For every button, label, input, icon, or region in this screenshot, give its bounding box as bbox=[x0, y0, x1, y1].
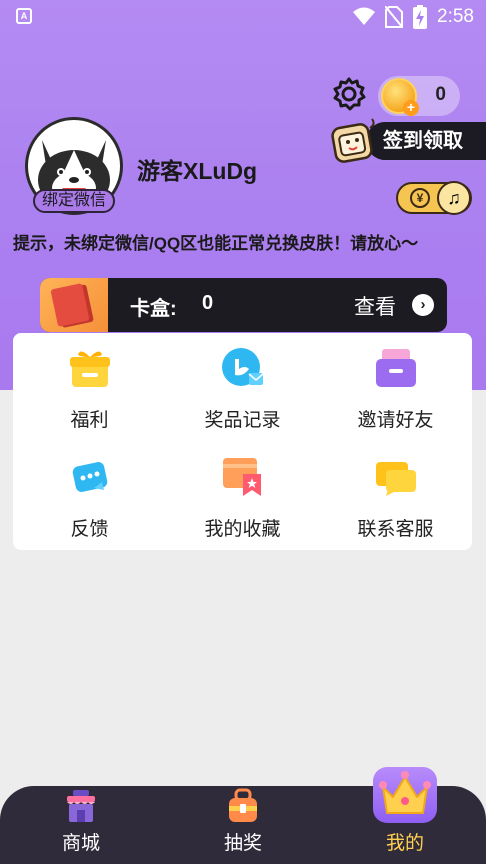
music-note-icon: ♫ bbox=[437, 181, 471, 215]
nav-label: 商城 bbox=[61, 833, 100, 854]
coin-add-icon[interactable] bbox=[381, 78, 419, 116]
battery-charging-icon bbox=[413, 5, 428, 29]
grid-item-customer-service[interactable]: 联系客服 bbox=[319, 442, 472, 550]
settings-gear-icon[interactable] bbox=[331, 76, 367, 112]
grid-item-label: 福利 bbox=[70, 410, 109, 431]
feedback-bubble-icon bbox=[72, 462, 108, 492]
toast-mascot-icon[interactable] bbox=[326, 116, 380, 168]
grid-item-welfare[interactable]: 福利 bbox=[13, 333, 166, 441]
tip-text: 提示，未绑定微信/QQ区也能正常兑换皮肤！请放心～ bbox=[13, 234, 419, 253]
gift-icon bbox=[70, 351, 110, 387]
grid-item-invite[interactable]: 邀请好友 bbox=[319, 333, 472, 441]
status-bar: A 2:58 bbox=[0, 0, 486, 34]
grid-item-label: 联系客服 bbox=[357, 519, 434, 540]
view-link[interactable]: 查看 bbox=[354, 291, 396, 321]
grid-item-label: 奖品记录 bbox=[204, 410, 281, 431]
status-time: 2:58 bbox=[437, 6, 474, 27]
grid-item-prize-record[interactable]: 奖品记录 bbox=[166, 333, 319, 441]
bind-wechat-badge[interactable]: 绑定微信 bbox=[33, 189, 115, 213]
invite-box-icon bbox=[376, 349, 416, 387]
nav-mine-highlight[interactable] bbox=[373, 767, 437, 823]
cardbox-bar[interactable]: 卡盒: 0 查看 › bbox=[40, 278, 447, 332]
grid-item-label: 邀请好友 bbox=[357, 410, 434, 431]
coin-count: 0 bbox=[435, 84, 446, 105]
feature-grid: 福利 奖品记录 邀请好友 反馈 我的收藏 联系客服 bbox=[13, 333, 472, 550]
customer-service-icon bbox=[376, 462, 416, 496]
grid-item-label: 反馈 bbox=[70, 519, 109, 540]
nav-label: 我的 bbox=[385, 833, 424, 854]
chevron-right-icon[interactable]: › bbox=[412, 294, 434, 316]
signin-button[interactable]: 签到领取 bbox=[366, 122, 486, 160]
signin-label: 签到领取 bbox=[383, 130, 463, 152]
username: 游客XLuDg bbox=[137, 158, 258, 184]
cardbox-label: 卡盒: bbox=[130, 298, 177, 320]
nav-label: 抽奖 bbox=[223, 833, 262, 854]
nav-item-shop[interactable]: 商城 bbox=[21, 786, 141, 864]
cardbox-count: 0 bbox=[202, 292, 214, 314]
no-sim-icon bbox=[385, 6, 404, 28]
grid-item-feedback[interactable]: 反馈 bbox=[13, 442, 166, 550]
currency-icon: ¥ bbox=[410, 188, 430, 208]
wifi-icon bbox=[353, 7, 376, 25]
coin-balance[interactable]: 0 bbox=[378, 76, 460, 116]
grid-item-label: 我的收藏 bbox=[204, 519, 281, 540]
nav-item-lottery[interactable]: 抽奖 bbox=[183, 786, 303, 864]
record-chat-icon bbox=[222, 348, 264, 386]
crown-icon bbox=[379, 771, 431, 814]
card-book-icon bbox=[40, 278, 108, 332]
shop-icon bbox=[67, 790, 95, 822]
app-notification-icon: A bbox=[16, 8, 32, 24]
grid-item-favorites[interactable]: 我的收藏 bbox=[166, 442, 319, 550]
music-toggle[interactable]: ¥ ♫ bbox=[396, 181, 472, 215]
lottery-bag-icon bbox=[229, 788, 257, 822]
favorites-card-icon bbox=[223, 458, 261, 496]
